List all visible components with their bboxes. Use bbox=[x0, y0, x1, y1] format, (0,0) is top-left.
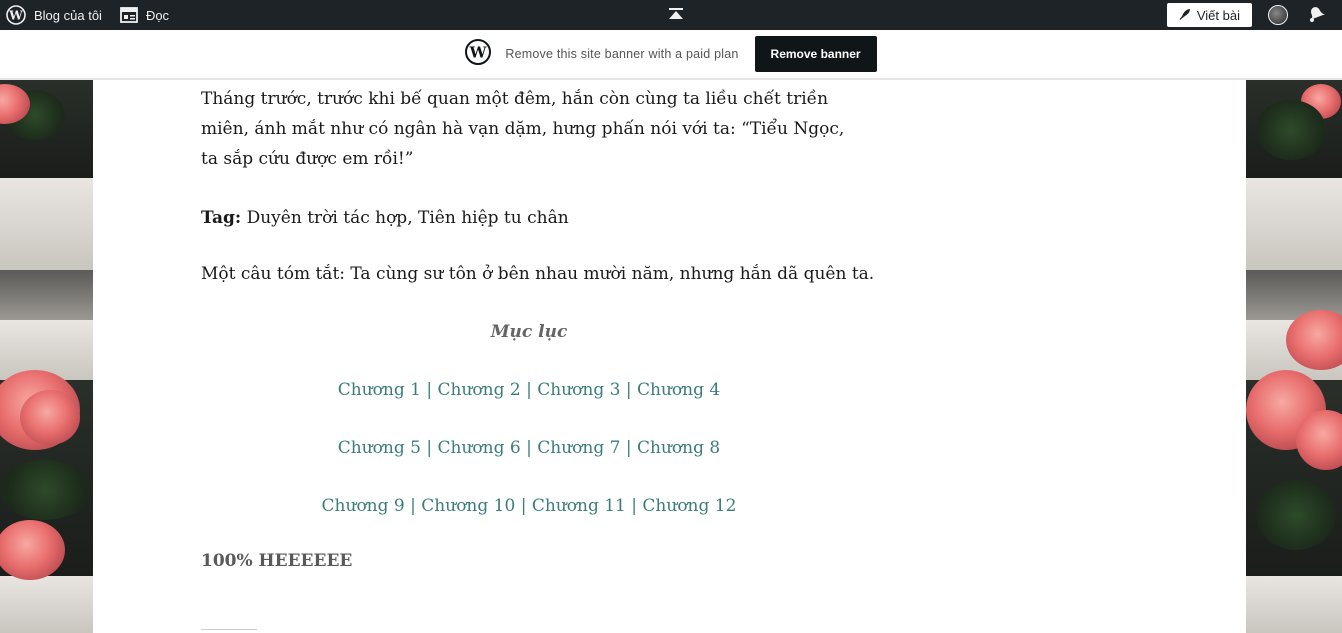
arrow-up-icon bbox=[668, 8, 684, 24]
toc-row: Chương 1 | Chương 2 | Chương 3 | Chương … bbox=[201, 375, 857, 405]
tag-label: Tag: bbox=[201, 208, 242, 228]
pen-icon bbox=[1179, 8, 1191, 23]
toc-separator: | bbox=[625, 496, 643, 516]
chapter-link-2[interactable]: Chương 2 bbox=[438, 380, 521, 400]
notifications-button[interactable] bbox=[1306, 4, 1326, 27]
toc-row: Chương 5 | Chương 6 | Chương 7 | Chương … bbox=[201, 433, 857, 463]
chapter-link-1[interactable]: Chương 1 bbox=[338, 380, 421, 400]
reader-link[interactable]: Đọc bbox=[110, 0, 177, 30]
chapter-link-8[interactable]: Chương 8 bbox=[637, 438, 720, 458]
collapse-bar-button[interactable] bbox=[668, 7, 684, 24]
post-intro-paragraph: Tháng trước, trước khi bế quan một đêm, … bbox=[201, 89, 845, 169]
toc-separator: | bbox=[620, 438, 638, 458]
reader-label: Đọc bbox=[145, 7, 170, 23]
user-avatar[interactable] bbox=[1268, 5, 1288, 25]
write-post-label: Viết bài bbox=[1196, 7, 1240, 23]
svg-text:W: W bbox=[8, 9, 23, 23]
wordpress-menu[interactable]: W bbox=[0, 0, 34, 30]
toc-separator: | bbox=[520, 380, 538, 400]
banner-text: Remove this site banner with a paid plan bbox=[505, 47, 739, 61]
background-image-left bbox=[0, 80, 93, 633]
svg-text:W: W bbox=[469, 43, 488, 61]
chapter-link-9[interactable]: Chương 9 bbox=[322, 496, 405, 516]
post-ending-text: 100% HEEEEEE bbox=[201, 551, 353, 571]
post-summary: Một câu tóm tắt: Ta cùng sư tôn ở bên nh… bbox=[201, 264, 875, 284]
toc-separator: | bbox=[515, 496, 532, 516]
remove-banner-button[interactable]: Remove banner bbox=[754, 36, 877, 72]
divider bbox=[201, 629, 257, 630]
toc-row: Chương 9 | Chương 10 | Chương 11 | Chươn… bbox=[201, 491, 857, 521]
background-image-right bbox=[1246, 80, 1342, 633]
chapter-link-5[interactable]: Chương 5 bbox=[338, 438, 421, 458]
toc-separator: | bbox=[404, 496, 422, 516]
toc-separator: | bbox=[520, 438, 538, 458]
toc-title: Mục lục bbox=[490, 322, 568, 342]
toc-separator: | bbox=[420, 380, 438, 400]
chapter-link-7[interactable]: Chương 7 bbox=[537, 438, 620, 458]
chapter-link-4[interactable]: Chương 4 bbox=[637, 380, 720, 400]
chapter-link-11[interactable]: Chương 11 bbox=[532, 496, 626, 516]
toc-separator: | bbox=[620, 380, 638, 400]
main-content: Tháng trước, trước khi bế quan một đêm, … bbox=[93, 80, 1246, 633]
chapter-link-10[interactable]: Chương 10 bbox=[421, 496, 515, 516]
post-tag-line: Tag: Duyên trời tác hợp, Tiên hiệp tu ch… bbox=[201, 203, 569, 233]
wordpress-logo-icon: W bbox=[465, 38, 492, 70]
write-post-button[interactable]: Viết bài bbox=[1166, 3, 1252, 27]
upgrade-banner: W Remove this site banner with a paid pl… bbox=[0, 30, 1342, 80]
reader-icon bbox=[120, 7, 138, 23]
my-blog-link[interactable]: Blog của tôi bbox=[34, 0, 110, 30]
admin-bar: W Blog của tôi Đọc Viết bài bbox=[0, 0, 1342, 30]
toc-separator: | bbox=[420, 438, 438, 458]
bell-icon bbox=[1306, 4, 1326, 27]
chapter-link-12[interactable]: Chương 12 bbox=[642, 496, 736, 516]
chapter-link-3[interactable]: Chương 3 bbox=[537, 380, 620, 400]
chapter-link-6[interactable]: Chương 6 bbox=[438, 438, 521, 458]
my-blog-label: Blog của tôi bbox=[34, 7, 102, 23]
tag-value: Duyên trời tác hợp, Tiên hiệp tu chân bbox=[241, 208, 569, 228]
wordpress-logo-icon: W bbox=[6, 5, 26, 25]
